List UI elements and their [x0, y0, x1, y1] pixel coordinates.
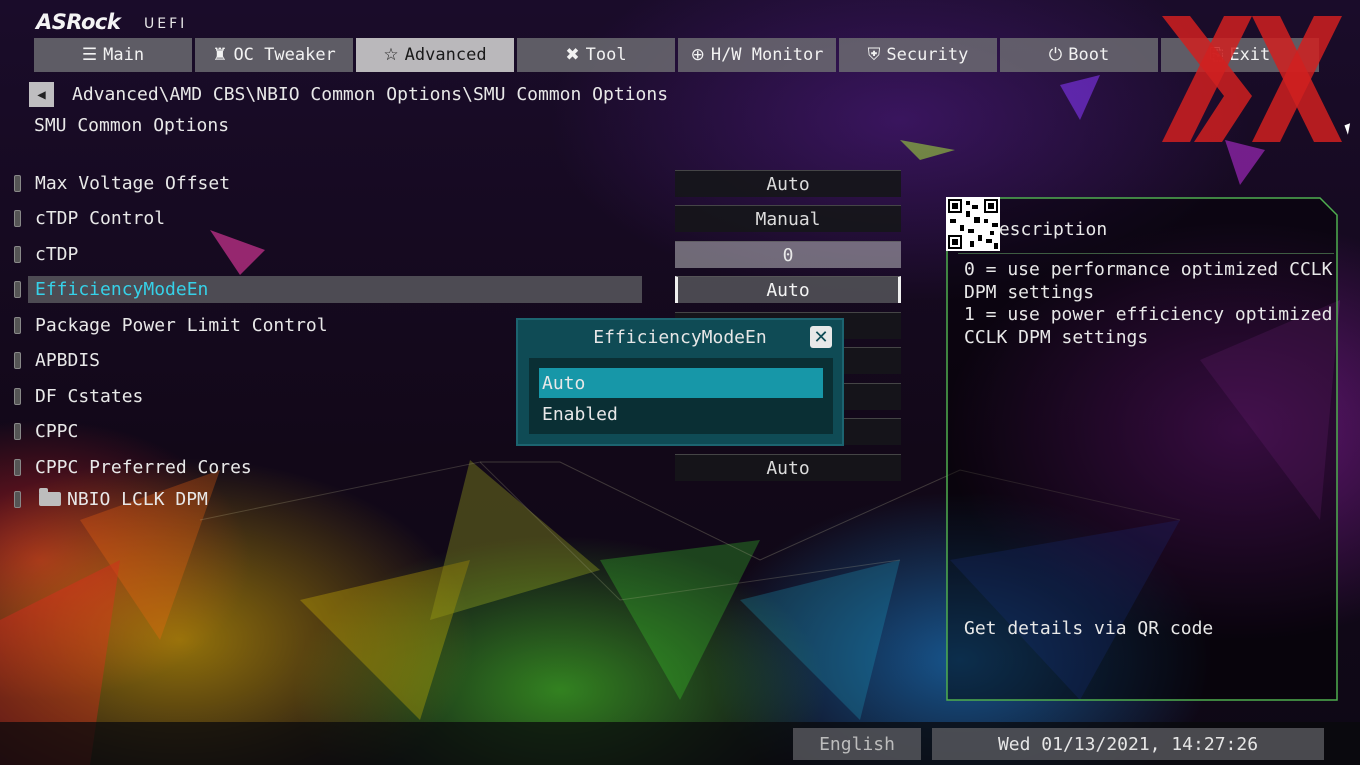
- setting-efficiencymodeen[interactable]: EfficiencyModeEn: [14, 276, 208, 302]
- tab-hw-monitor[interactable]: ⊕ H/W Monitor: [678, 38, 836, 72]
- setting-package-power-limit-control[interactable]: Package Power Limit Control: [14, 312, 328, 338]
- triangle-left-icon: ◀: [37, 86, 46, 103]
- setting-label: DF Cstates: [35, 385, 144, 407]
- row-handle-icon: [14, 422, 21, 440]
- divider: [958, 253, 1334, 254]
- tab-label: OC Tweaker: [233, 45, 336, 65]
- row-handle-icon: [14, 387, 21, 405]
- value-max-voltage-offset[interactable]: Auto: [675, 170, 901, 197]
- row-handle-icon: [14, 209, 21, 227]
- qr-label: Get details via QR code: [964, 618, 1214, 639]
- tab-label: Security: [886, 45, 969, 65]
- setting-label: cTDP Control: [35, 207, 166, 229]
- uefi-label: UEFI: [144, 16, 188, 32]
- tab-tool[interactable]: ✖ Tool: [517, 38, 675, 72]
- row-handle-icon: [14, 458, 21, 476]
- setting-label: Package Power Limit Control: [35, 314, 328, 336]
- setting-label: CPPC Preferred Cores: [35, 456, 252, 478]
- description-line: CCLK DPM settings: [964, 326, 1149, 348]
- popup-option-enabled[interactable]: Enabled: [539, 399, 823, 429]
- setting-df-cstates[interactable]: DF Cstates: [14, 383, 143, 409]
- star-icon: ☆: [383, 45, 399, 65]
- row-handle-icon: [14, 316, 21, 334]
- tab-oc-tweaker[interactable]: ♜ OC Tweaker: [195, 38, 353, 72]
- value-ctdp[interactable]: 0: [675, 241, 901, 268]
- description-line: 1 = use power efficiency optimized: [964, 304, 1333, 325]
- row-handle-icon: [14, 174, 21, 192]
- datetime-display: Wed 01/13/2021, 14:27:26: [932, 728, 1324, 760]
- tab-label: Tool: [585, 45, 627, 65]
- tab-label: Advanced: [404, 45, 487, 65]
- setting-ctdp[interactable]: cTDP: [14, 241, 78, 267]
- tab-security[interactable]: ⛨ Security: [839, 38, 997, 72]
- setting-cppc[interactable]: CPPC: [14, 418, 78, 444]
- list-icon: ☰: [81, 45, 98, 65]
- folder-icon: [39, 488, 61, 506]
- setting-label: cTDP: [35, 243, 79, 265]
- description-text: 0 = use performance optimized CCLK DPM s…: [964, 259, 1333, 349]
- row-handle-icon: [14, 280, 21, 298]
- row-handle-icon: [14, 490, 21, 508]
- setting-max-voltage-offset[interactable]: Max Voltage Offset: [14, 170, 230, 196]
- value-efficiencymodeen[interactable]: Auto: [675, 276, 901, 303]
- description-line: 0 = use performance optimized CCLK: [964, 259, 1333, 280]
- setting-label: EfficiencyModeEn: [35, 278, 209, 300]
- qr-code-icon: [946, 197, 1000, 251]
- setting-label: CPPC: [35, 420, 79, 442]
- top-tab-bar: ☰ Main ♜ OC Tweaker ☆ Advanced ✖ Tool ⊕ …: [34, 38, 1319, 72]
- submenu-nbio-lclk-dpm[interactable]: NBIO LCLK DPM: [14, 486, 208, 512]
- tab-main[interactable]: ☰ Main: [34, 38, 192, 72]
- popup-title: EfficiencyModeEn: [593, 327, 767, 348]
- description-line: DPM settings: [964, 281, 1095, 303]
- asrock-logo: ASRock: [36, 10, 121, 34]
- watermark-logo: [1162, 16, 1342, 142]
- setting-cppc-preferred-cores[interactable]: CPPC Preferred Cores: [14, 454, 252, 480]
- popup-option-auto[interactable]: Auto: [539, 368, 823, 398]
- setting-ctdp-control[interactable]: cTDP Control: [14, 205, 165, 231]
- close-icon: ✕: [813, 326, 829, 348]
- tab-boot[interactable]: ⏻ Boot: [1000, 38, 1158, 72]
- back-button[interactable]: ◀: [29, 82, 54, 107]
- breadcrumb: Advanced\AMD CBS\NBIO Common Options\SMU…: [72, 84, 669, 105]
- value-ctdp-control[interactable]: Manual: [675, 205, 901, 232]
- row-handle-icon: [14, 351, 21, 369]
- power-icon: ⏻: [1048, 45, 1063, 65]
- tab-label: Main: [103, 45, 145, 65]
- popup-option-list: Auto Enabled: [529, 358, 833, 434]
- option-popup: EfficiencyModeEn ✕ Auto Enabled: [516, 318, 844, 446]
- tools-icon: ✖: [565, 45, 580, 65]
- monitor-icon: ⊕: [690, 45, 705, 65]
- setting-label: APBDIS: [35, 349, 101, 371]
- tab-label: Boot: [1068, 45, 1110, 65]
- page-title: SMU Common Options: [34, 115, 230, 136]
- tab-label: H/W Monitor: [710, 45, 824, 65]
- description-panel: Description 0 = use performance optimize…: [946, 197, 1338, 701]
- shield-icon: ⛨: [867, 45, 881, 65]
- language-button[interactable]: English: [793, 728, 921, 760]
- tab-advanced[interactable]: ☆ Advanced: [356, 38, 514, 72]
- setting-label: Max Voltage Offset: [35, 172, 231, 194]
- setting-label: NBIO LCLK DPM: [67, 488, 208, 510]
- setting-apbdis[interactable]: APBDIS: [14, 347, 100, 373]
- description-title: Description: [988, 219, 1108, 240]
- rocket-icon: ♜: [212, 45, 228, 65]
- value-cppc-preferred-cores[interactable]: Auto: [675, 454, 901, 481]
- row-handle-icon: [14, 245, 21, 263]
- close-button[interactable]: ✕: [810, 326, 832, 348]
